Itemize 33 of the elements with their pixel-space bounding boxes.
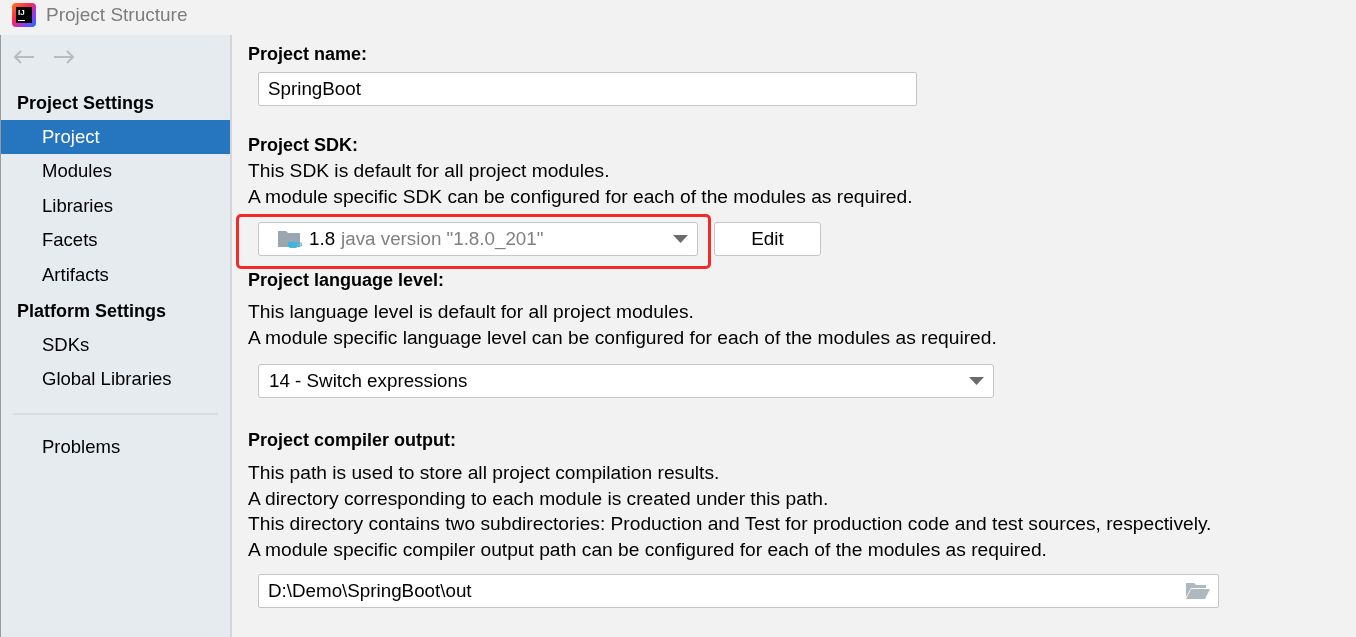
section-label: Project language level: <box>248 269 446 292</box>
sidebar-item[interactable]: Problems <box>1 429 230 465</box>
description-text: This SDK is default for all project modules. <box>248 159 611 183</box>
description-text: A module specific language level can be configured for each of the modules as required. <box>248 325 998 350</box>
project-name-field[interactable]: SpringBoot <box>258 72 917 106</box>
sidebar-item[interactable]: Facets <box>1 223 230 258</box>
dropdown-caret-icon <box>969 377 984 385</box>
sidebar-item[interactable]: Global Libraries <box>1 362 230 397</box>
sdk-dropdown[interactable]: 1.8 java version "1.8.0_201" <box>258 222 698 256</box>
section-label: Project name: <box>248 43 369 66</box>
description-text: This language level is default for all project modules. <box>248 300 695 324</box>
description-text: A directory corresponding to each module is created under this path. <box>248 486 830 511</box>
output-path-field[interactable]: D:\Demo\SpringBoot\out <box>258 574 1219 608</box>
description-text: This path is used to store all project compilation results. <box>248 461 721 485</box>
sidebar-heading: Project Settings <box>16 92 156 115</box>
description-text: A module specific compiler output path can be configured for each of the modules as required. <box>248 537 1048 562</box>
description-text: A module specific SDK can be configured for each of the modules as required. <box>248 184 914 209</box>
sidebar-heading: Platform Settings <box>16 299 168 323</box>
java-folder-icon <box>278 229 302 249</box>
folder-icon[interactable] <box>1186 583 1210 599</box>
dropdown-caret-icon <box>673 235 688 243</box>
language-level-dropdown[interactable]: 14 - Switch expressions <box>258 364 994 398</box>
sidebar-item[interactable]: Libraries <box>1 188 230 224</box>
section-label: Project compiler output: <box>248 429 457 452</box>
app-logo: IJ <box>12 3 36 27</box>
sidebar-item[interactable]: Modules <box>1 154 230 189</box>
description-text: This directory contains two subdirectories: Production and Test for production code and test sources, respectively. <box>248 512 1213 536</box>
window-title: Project Structure <box>46 3 188 27</box>
sidebar-item[interactable]: Artifacts <box>1 257 230 292</box>
edit-button[interactable]: Edit <box>714 222 821 256</box>
sidebar-item[interactable]: Project <box>1 120 230 155</box>
sidebar-item[interactable]: SDKs <box>1 327 230 363</box>
section-label: Project SDK: <box>248 134 360 157</box>
